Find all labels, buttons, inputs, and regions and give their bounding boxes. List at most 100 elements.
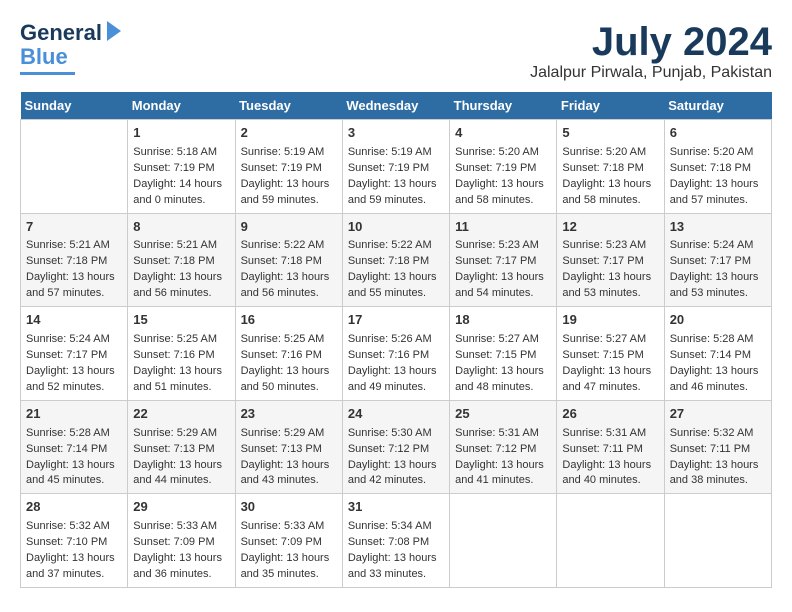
- day-number: 30: [241, 498, 337, 517]
- day-info-line: Sunset: 7:18 PM: [562, 161, 658, 177]
- calendar-cell: 3Sunrise: 5:19 AMSunset: 7:19 PMDaylight…: [342, 120, 449, 214]
- calendar-cell: 2Sunrise: 5:19 AMSunset: 7:19 PMDaylight…: [235, 120, 342, 214]
- day-info-line: Sunrise: 5:25 AM: [241, 332, 337, 348]
- day-info-line: and 52 minutes.: [26, 380, 122, 396]
- day-info-line: Sunset: 7:16 PM: [133, 348, 229, 364]
- day-info-line: Sunset: 7:08 PM: [348, 535, 444, 551]
- day-info-line: Sunrise: 5:29 AM: [241, 426, 337, 442]
- day-info-line: Sunrise: 5:31 AM: [455, 426, 551, 442]
- day-info-line: Daylight: 14 hours: [133, 177, 229, 193]
- calendar-cell: 4Sunrise: 5:20 AMSunset: 7:19 PMDaylight…: [450, 120, 557, 214]
- day-info-line: Sunset: 7:12 PM: [348, 442, 444, 458]
- day-info-line: Sunrise: 5:31 AM: [562, 426, 658, 442]
- day-info-line: and 37 minutes.: [26, 567, 122, 583]
- day-info-line: Daylight: 13 hours: [455, 270, 551, 286]
- header-tuesday: Tuesday: [235, 92, 342, 120]
- week-row-4: 21Sunrise: 5:28 AMSunset: 7:14 PMDayligh…: [21, 400, 772, 494]
- day-info-line: and 40 minutes.: [562, 473, 658, 489]
- calendar-cell: [664, 494, 771, 588]
- day-info-line: and 38 minutes.: [670, 473, 766, 489]
- calendar-cell: 13Sunrise: 5:24 AMSunset: 7:17 PMDayligh…: [664, 213, 771, 307]
- day-info-line: Sunset: 7:16 PM: [241, 348, 337, 364]
- calendar-cell: 19Sunrise: 5:27 AMSunset: 7:15 PMDayligh…: [557, 307, 664, 401]
- calendar-cell: [557, 494, 664, 588]
- day-info-line: Daylight: 13 hours: [26, 270, 122, 286]
- day-info-line: Sunset: 7:15 PM: [455, 348, 551, 364]
- day-info-line: Sunset: 7:19 PM: [348, 161, 444, 177]
- logo-underline: [20, 72, 75, 75]
- day-info-line: Sunset: 7:17 PM: [455, 254, 551, 270]
- day-number: 26: [562, 405, 658, 424]
- day-info-line: Sunset: 7:09 PM: [133, 535, 229, 551]
- day-info-line: Daylight: 13 hours: [348, 364, 444, 380]
- day-info-line: Daylight: 13 hours: [133, 458, 229, 474]
- day-number: 9: [241, 218, 337, 237]
- day-info-line: Sunset: 7:19 PM: [241, 161, 337, 177]
- day-info-line: Daylight: 13 hours: [562, 270, 658, 286]
- day-info-line: Daylight: 13 hours: [670, 270, 766, 286]
- day-info-line: and 58 minutes.: [562, 193, 658, 209]
- day-number: 17: [348, 311, 444, 330]
- calendar-cell: [450, 494, 557, 588]
- day-info-line: Daylight: 13 hours: [133, 270, 229, 286]
- day-info-line: and 46 minutes.: [670, 380, 766, 396]
- logo-arrow-icon: [107, 21, 121, 41]
- day-info-line: and 57 minutes.: [26, 286, 122, 302]
- day-info-line: Sunrise: 5:26 AM: [348, 332, 444, 348]
- day-info-line: Sunset: 7:18 PM: [348, 254, 444, 270]
- day-info-line: Sunrise: 5:20 AM: [455, 145, 551, 161]
- day-info-line: Sunset: 7:14 PM: [670, 348, 766, 364]
- calendar-cell: 21Sunrise: 5:28 AMSunset: 7:14 PMDayligh…: [21, 400, 128, 494]
- day-info-line: Daylight: 13 hours: [348, 458, 444, 474]
- day-number: 3: [348, 124, 444, 143]
- day-info-line: Sunrise: 5:28 AM: [26, 426, 122, 442]
- day-info-line: Daylight: 13 hours: [348, 551, 444, 567]
- day-info-line: and 47 minutes.: [562, 380, 658, 396]
- day-info-line: Sunrise: 5:21 AM: [133, 238, 229, 254]
- day-info-line: Sunrise: 5:24 AM: [670, 238, 766, 254]
- calendar-cell: 12Sunrise: 5:23 AMSunset: 7:17 PMDayligh…: [557, 213, 664, 307]
- day-info-line: Sunrise: 5:29 AM: [133, 426, 229, 442]
- day-info-line: and 36 minutes.: [133, 567, 229, 583]
- day-number: 4: [455, 124, 551, 143]
- calendar-cell: 11Sunrise: 5:23 AMSunset: 7:17 PMDayligh…: [450, 213, 557, 307]
- day-info-line: and 56 minutes.: [241, 286, 337, 302]
- header-sunday: Sunday: [21, 92, 128, 120]
- day-number: 10: [348, 218, 444, 237]
- day-info-line: Sunset: 7:15 PM: [562, 348, 658, 364]
- day-info-line: Sunrise: 5:18 AM: [133, 145, 229, 161]
- day-info-line: Sunrise: 5:30 AM: [348, 426, 444, 442]
- day-info-line: Sunset: 7:09 PM: [241, 535, 337, 551]
- day-number: 22: [133, 405, 229, 424]
- page-header: General Blue July 2024 Jalalpur Pirwala,…: [20, 20, 772, 82]
- day-number: 23: [241, 405, 337, 424]
- day-info-line: and 42 minutes.: [348, 473, 444, 489]
- calendar-cell: 22Sunrise: 5:29 AMSunset: 7:13 PMDayligh…: [128, 400, 235, 494]
- day-number: 31: [348, 498, 444, 517]
- day-info-line: Daylight: 13 hours: [241, 364, 337, 380]
- day-info-line: Daylight: 13 hours: [26, 551, 122, 567]
- day-info-line: and 43 minutes.: [241, 473, 337, 489]
- day-number: 18: [455, 311, 551, 330]
- day-info-line: and 48 minutes.: [455, 380, 551, 396]
- title-block: July 2024 Jalalpur Pirwala, Punjab, Paki…: [530, 20, 772, 82]
- header-monday: Monday: [128, 92, 235, 120]
- day-info-line: Sunset: 7:11 PM: [562, 442, 658, 458]
- day-info-line: Sunset: 7:17 PM: [670, 254, 766, 270]
- day-info-line: Sunrise: 5:23 AM: [562, 238, 658, 254]
- day-number: 5: [562, 124, 658, 143]
- calendar-cell: 24Sunrise: 5:30 AMSunset: 7:12 PMDayligh…: [342, 400, 449, 494]
- day-info-line: and 45 minutes.: [26, 473, 122, 489]
- header-wednesday: Wednesday: [342, 92, 449, 120]
- day-info-line: Sunset: 7:18 PM: [133, 254, 229, 270]
- calendar-cell: [21, 120, 128, 214]
- day-info-line: Sunrise: 5:28 AM: [670, 332, 766, 348]
- day-info-line: Sunset: 7:17 PM: [26, 348, 122, 364]
- day-number: 20: [670, 311, 766, 330]
- calendar-header-row: SundayMondayTuesdayWednesdayThursdayFrid…: [21, 92, 772, 120]
- header-friday: Friday: [557, 92, 664, 120]
- month-title: July 2024: [530, 20, 772, 64]
- day-info-line: Sunrise: 5:19 AM: [348, 145, 444, 161]
- day-info-line: Daylight: 13 hours: [455, 458, 551, 474]
- day-info-line: and 55 minutes.: [348, 286, 444, 302]
